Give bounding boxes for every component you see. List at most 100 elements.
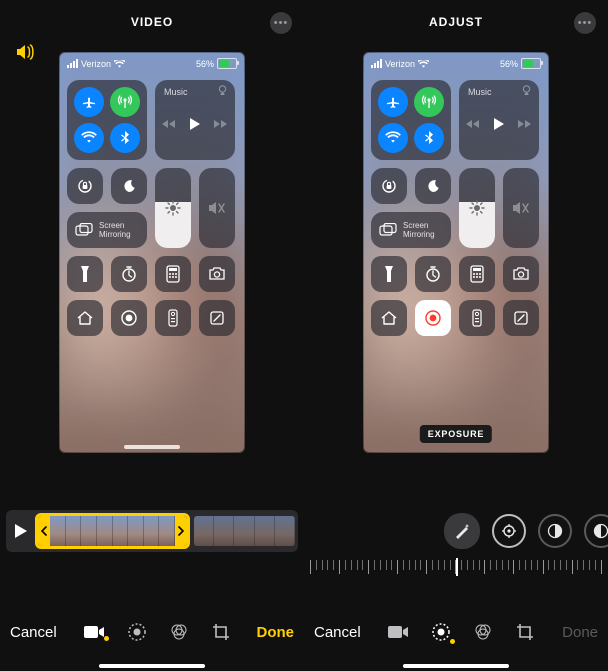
home-indicator xyxy=(124,445,180,449)
video-tab-icon[interactable] xyxy=(387,625,409,639)
top-bar: VIDEO ••• xyxy=(0,0,304,44)
timer-icon[interactable] xyxy=(415,256,451,292)
ruler-pointer[interactable] xyxy=(456,558,458,576)
wifi-icon[interactable] xyxy=(74,123,104,153)
airplane-icon[interactable] xyxy=(74,87,104,117)
forward-icon[interactable] xyxy=(214,119,228,129)
play-icon[interactable] xyxy=(494,118,504,130)
do-not-disturb-icon[interactable] xyxy=(111,168,147,204)
media-tile[interactable]: Music xyxy=(459,80,539,160)
exposure-dial-icon[interactable] xyxy=(492,514,526,548)
adjust-tab-icon[interactable] xyxy=(431,622,451,642)
rotation-lock-icon[interactable] xyxy=(67,168,103,204)
screen-record-icon[interactable] xyxy=(111,300,147,336)
screen-mirroring-icon xyxy=(75,223,93,237)
thumbnail-strip xyxy=(50,516,175,546)
control-center: Music Screen Mirroring xyxy=(67,80,237,445)
do-not-disturb-icon[interactable] xyxy=(415,168,451,204)
crop-tab-icon[interactable] xyxy=(211,622,231,642)
device-home-indicator xyxy=(403,664,509,668)
media-tile[interactable]: Music xyxy=(155,80,235,160)
cellular-antenna-icon[interactable] xyxy=(414,87,444,117)
signal-bars-icon xyxy=(371,59,382,68)
volume-slider[interactable] xyxy=(503,168,539,248)
auto-enhance-icon[interactable] xyxy=(444,513,480,549)
volume-slider[interactable] xyxy=(199,168,235,248)
editor-pane-video: VIDEO ••• Verizon 56% Music xyxy=(0,0,304,671)
more-icon[interactable]: ••• xyxy=(270,12,292,34)
screen-record-icon[interactable] xyxy=(415,300,451,336)
brightness-slider[interactable] xyxy=(155,168,191,248)
status-bar: Verizon 56% xyxy=(371,58,541,69)
rewind-icon[interactable] xyxy=(162,119,176,129)
camera-icon[interactable] xyxy=(503,256,539,292)
crop-tab-icon[interactable] xyxy=(515,622,535,642)
mute-icon xyxy=(208,200,226,216)
brightness-icon xyxy=(469,200,485,216)
adjust-value-ruler[interactable] xyxy=(310,560,602,582)
editor-pane-adjust: ADJUST ••• Verizon 56% Music xyxy=(304,0,608,671)
shadows-dial-icon[interactable] xyxy=(584,514,608,548)
trim-handle-right[interactable] xyxy=(175,516,187,546)
filters-tab-icon[interactable] xyxy=(169,622,189,642)
battery-icon xyxy=(217,58,237,69)
rotation-lock-icon[interactable] xyxy=(371,168,407,204)
airplay-icon[interactable] xyxy=(521,85,532,96)
control-center: Music Screen Mirroring xyxy=(371,80,541,445)
bottom-bar: Cancel Done xyxy=(304,609,608,655)
volume-icon[interactable] xyxy=(8,12,44,92)
screen-mirroring-tile[interactable]: Screen Mirroring xyxy=(67,212,147,248)
timer-icon[interactable] xyxy=(111,256,147,292)
brightness-slider[interactable] xyxy=(459,168,495,248)
mirror-label: Screen Mirroring xyxy=(99,221,131,239)
adjust-dial-row xyxy=(310,510,602,552)
home-icon[interactable] xyxy=(371,300,407,336)
done-button[interactable]: Done xyxy=(256,624,294,641)
wifi-icon[interactable] xyxy=(378,123,408,153)
wifi-status-icon xyxy=(418,60,429,68)
highlights-dial-icon[interactable] xyxy=(538,514,572,548)
flashlight-icon[interactable] xyxy=(67,256,103,292)
bluetooth-icon[interactable] xyxy=(110,123,140,153)
cancel-button[interactable]: Cancel xyxy=(10,624,57,641)
trim-range[interactable] xyxy=(35,513,190,549)
preview-viewport: Verizon 56% Music xyxy=(59,52,245,453)
mode-title: VIDEO xyxy=(131,15,173,29)
exposure-badge: EXPOSURE xyxy=(420,425,492,443)
forward-icon[interactable] xyxy=(518,119,532,129)
top-bar: ADJUST ••• xyxy=(304,0,608,44)
remote-icon[interactable] xyxy=(155,300,191,336)
rewind-icon[interactable] xyxy=(466,119,480,129)
brightness-icon xyxy=(165,200,181,216)
scrubber-play-icon[interactable] xyxy=(9,513,33,549)
adjust-tab-icon[interactable] xyxy=(127,622,147,642)
cellular-antenna-icon[interactable] xyxy=(110,87,140,117)
camera-icon[interactable] xyxy=(199,256,235,292)
trim-handle-left[interactable] xyxy=(38,516,50,546)
media-label: Music xyxy=(468,87,492,97)
screen-mirroring-icon xyxy=(379,223,397,237)
quick-note-icon[interactable] xyxy=(503,300,539,336)
connectivity-tile[interactable] xyxy=(371,80,451,160)
video-tab-icon[interactable] xyxy=(83,625,105,639)
device-home-indicator xyxy=(99,664,205,668)
screen-mirroring-tile[interactable]: Screen Mirroring xyxy=(371,212,451,248)
home-icon[interactable] xyxy=(67,300,103,336)
quick-note-icon[interactable] xyxy=(199,300,235,336)
cancel-button[interactable]: Cancel xyxy=(314,624,361,641)
remote-icon[interactable] xyxy=(459,300,495,336)
preview-viewport: Verizon 56% Music xyxy=(363,52,549,453)
bottom-bar: Cancel Done xyxy=(0,609,304,655)
bluetooth-icon[interactable] xyxy=(414,123,444,153)
airplay-icon[interactable] xyxy=(217,85,228,96)
filters-tab-icon[interactable] xyxy=(473,622,493,642)
connectivity-tile[interactable] xyxy=(67,80,147,160)
video-scrubber[interactable] xyxy=(6,510,298,552)
flashlight-icon[interactable] xyxy=(371,256,407,292)
airplane-icon[interactable] xyxy=(378,87,408,117)
play-icon[interactable] xyxy=(190,118,200,130)
calculator-icon[interactable] xyxy=(459,256,495,292)
more-icon[interactable]: ••• xyxy=(574,12,596,34)
done-button[interactable]: Done xyxy=(562,624,598,641)
calculator-icon[interactable] xyxy=(155,256,191,292)
